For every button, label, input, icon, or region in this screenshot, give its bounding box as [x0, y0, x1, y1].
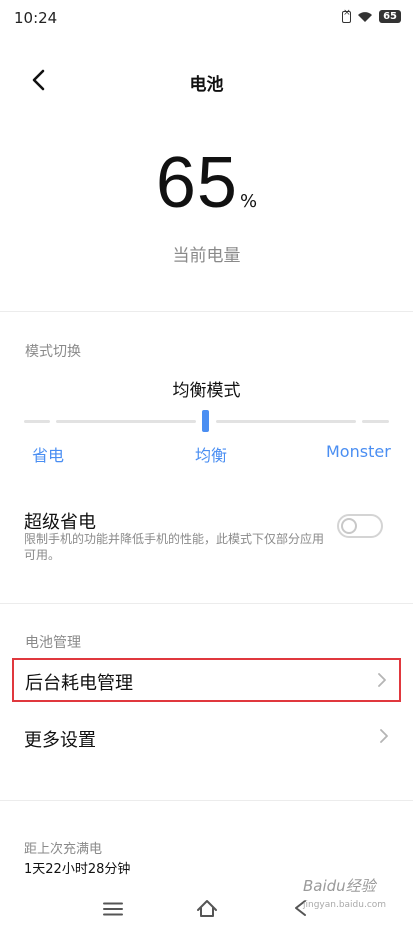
battery-percentage: 65 [155, 143, 238, 223]
wifi-icon [358, 11, 373, 22]
divider [0, 603, 413, 604]
more-settings-label: 更多设置 [24, 730, 96, 751]
watermark-logo: Baidu经验 [303, 877, 376, 895]
last-full-charge-value: 1天22小时28分钟 [24, 862, 131, 877]
mode-option-monster[interactable]: Monster [326, 442, 391, 461]
slider-segment [362, 420, 389, 423]
mode-option-power-save[interactable]: 省电 [32, 442, 64, 466]
slider-segment [24, 420, 50, 423]
mode-section-label: 模式切换 [25, 344, 81, 360]
background-power-management-row[interactable]: 后台耗电管理 [12, 658, 401, 702]
mode-option-balanced[interactable]: 均衡 [195, 442, 227, 466]
battery-level-display: 65% [0, 142, 413, 224]
watermark-url: jingyan.baidu.com [303, 900, 387, 910]
no-sim-icon [342, 8, 352, 23]
current-mode-name: 均衡模式 [172, 381, 241, 401]
battery-unit: % [239, 191, 258, 212]
header: 电池 [0, 56, 413, 106]
slider-segment [216, 420, 356, 423]
divider [0, 800, 413, 801]
management-section-label: 电池管理 [25, 635, 81, 651]
super-saver-description: 限制手机的功能并降低手机的性能，此模式下仅部分应用可用。 [24, 532, 325, 562]
divider [0, 311, 413, 312]
battery-caption: 当前电量 [172, 246, 241, 266]
more-settings-row[interactable]: 更多设置 [12, 716, 401, 760]
status-bar: 10:24 65 [0, 0, 413, 36]
chevron-right-icon [378, 673, 386, 687]
battery-status-icon: 65 [379, 10, 401, 23]
last-full-charge-label: 距上次充满电 [24, 842, 103, 857]
mode-slider-thumb[interactable] [202, 410, 209, 432]
chevron-right-icon [380, 729, 388, 743]
status-icons: 65 [342, 8, 401, 23]
menu-icon[interactable] [103, 902, 123, 916]
slider-segment [56, 420, 196, 423]
page-title: 电池 [189, 75, 224, 95]
status-time: 10:24 [14, 9, 58, 27]
home-icon[interactable] [196, 898, 218, 918]
super-saver-toggle[interactable] [337, 514, 383, 538]
background-power-management-label: 后台耗电管理 [25, 673, 133, 694]
toggle-knob [341, 518, 357, 534]
